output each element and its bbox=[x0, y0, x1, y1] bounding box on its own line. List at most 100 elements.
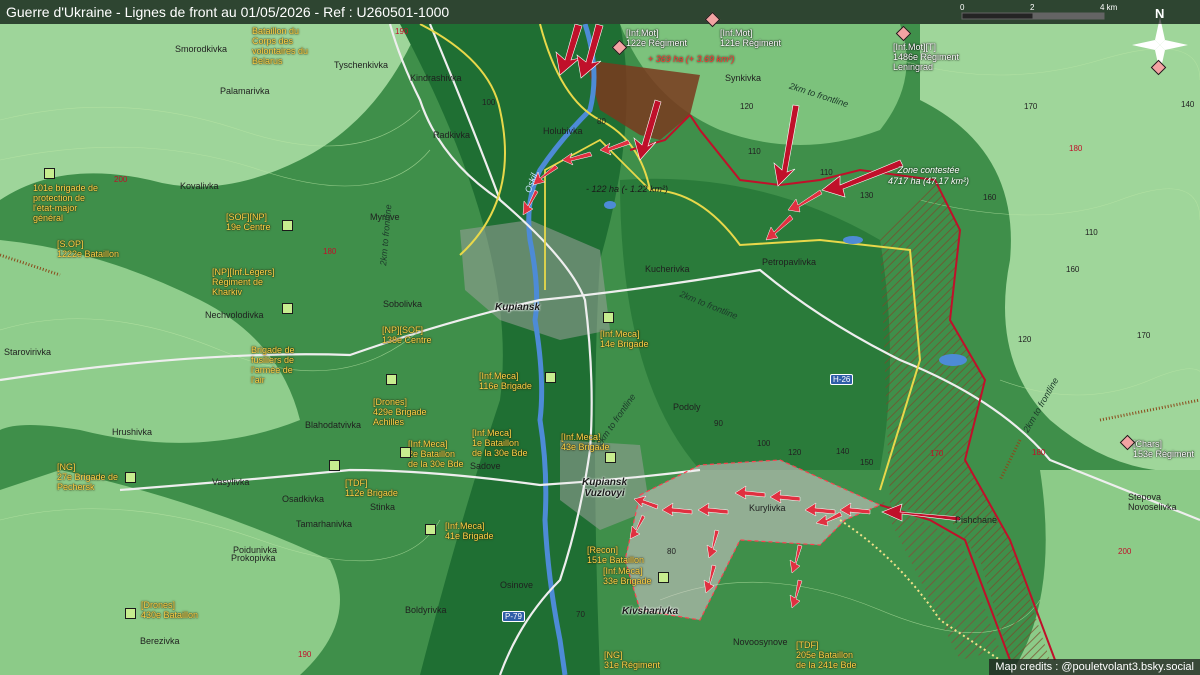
elevation-label: 160 bbox=[983, 193, 997, 202]
elevation-label: 200 bbox=[1118, 547, 1132, 556]
unit-ua-138-centre[interactable]: [NP][SOF] 138e Centre bbox=[382, 325, 432, 345]
village-label: Radkivka bbox=[433, 130, 471, 140]
unit-ua-430-battalion[interactable]: [Drones] 430e Bataillon bbox=[141, 600, 198, 620]
unit-ua-205-battalion[interactable]: [TDF] 205e Bataillon de la 241e Bde bbox=[796, 640, 857, 670]
road-shield: H-26 bbox=[830, 374, 854, 385]
village-label: Kindrashivka bbox=[410, 73, 462, 83]
ua-unit-marker-icon bbox=[282, 220, 293, 231]
unit-ua-2-battalion-30[interactable]: [Inf.Meca] 2e Bataillon de la 30e Bde bbox=[408, 439, 464, 469]
map-credits[interactable]: Map credits : @pouletvolant3.bsky.social bbox=[989, 659, 1200, 675]
unit-ua-31-regiment[interactable]: [NG] 31e Régiment bbox=[604, 650, 660, 670]
unit-ua-27-brigade-pechersk[interactable]: [NG] 27e Brigade de Pechersk bbox=[57, 462, 118, 492]
elevation-label: 120 bbox=[740, 102, 754, 111]
unit-ua-33-brigade[interactable]: [Inf.Meca] 33e Brigade bbox=[603, 566, 652, 586]
village-label: Petropavlivka bbox=[762, 257, 817, 267]
village-label: Kurylivka bbox=[749, 503, 786, 513]
elevation-label: 180 bbox=[1069, 144, 1083, 153]
elevation-label: 110 bbox=[748, 147, 761, 156]
unit-ua-19-centre[interactable]: [SOF][NP] 19e Centre bbox=[226, 212, 271, 232]
unit-ru-122-regiment[interactable]: [Inf.Mot] 122e Régiment bbox=[626, 28, 687, 48]
city-kupiansk-vuzlovyi[interactable]: Kupiansk Vuzlovyi bbox=[582, 477, 627, 499]
village-label: Sobolivka bbox=[383, 299, 423, 309]
village-label: Nechvolodivka bbox=[205, 310, 264, 320]
village-label: Stepova Novoselivka bbox=[1128, 492, 1177, 512]
elevation-label: 100 bbox=[482, 98, 496, 107]
ua-unit-marker-icon bbox=[605, 452, 616, 463]
ua-unit-marker-icon bbox=[386, 374, 397, 385]
unit-ru-153-regiment[interactable]: [Chars] 153e Régiment bbox=[1133, 439, 1194, 459]
village-label: Hrushivka bbox=[112, 427, 153, 437]
elevation-label: 90 bbox=[714, 419, 723, 428]
village-label: Boldyrivka bbox=[405, 605, 447, 615]
unit-ua-41-brigade[interactable]: [Inf.Meca] 41e Brigade bbox=[445, 521, 494, 541]
unit-ua-1-battalion-30[interactable]: [Inf.Meca] 1e Bataillon de la 30e Bde bbox=[472, 428, 528, 458]
elevation-label: 180 bbox=[323, 247, 337, 256]
village-label: Novoosynove bbox=[733, 637, 788, 647]
ua-unit-marker-icon bbox=[545, 372, 556, 383]
village-label: Holubivka bbox=[543, 126, 583, 136]
unit-ua-151-battalion[interactable]: [Recon] 151e Bataillon bbox=[587, 545, 644, 565]
ua-unit-marker-icon bbox=[425, 524, 436, 535]
unit-ua-air-force-rifles[interactable]: Brigade de fusiliers de l'armée de l'air bbox=[251, 345, 295, 385]
scale-label-0: 0 bbox=[960, 3, 965, 12]
village-label: Tyschenkivka bbox=[334, 60, 389, 70]
village-label: Kovalivka bbox=[180, 181, 219, 191]
village-label: Berezivka bbox=[140, 636, 180, 646]
unit-ua-429-brigade[interactable]: [Drones] 429e Brigade Achilles bbox=[373, 397, 427, 427]
village-label: Blahodatvivka bbox=[305, 420, 362, 430]
village-label: Prokopivka bbox=[231, 553, 276, 563]
ua-unit-marker-icon bbox=[44, 168, 55, 179]
unit-ua-14-brigade[interactable]: [Inf.Meca] 14e Brigade bbox=[600, 329, 649, 349]
unit-ru-121-regiment[interactable]: [Inf.Mot] 121e Régiment bbox=[720, 28, 781, 48]
unit-ua-112-brigade[interactable]: [TDF] 112e Brigade bbox=[345, 478, 398, 498]
elevation-label: 120 bbox=[1018, 335, 1032, 344]
village-label: Vasylivka bbox=[212, 477, 250, 487]
elevation-label: 140 bbox=[1181, 100, 1195, 109]
elevation-label: 100 bbox=[757, 439, 771, 448]
ua-unit-marker-icon bbox=[400, 447, 411, 458]
unit-ua-kharkiv-regiment[interactable]: [NP][Inf.Légers] Régiment de Kharkiv bbox=[212, 267, 275, 297]
city-kupiansk[interactable]: Kupiansk bbox=[495, 302, 540, 313]
city-kivsharivka[interactable]: Kivsharivka bbox=[622, 606, 678, 617]
village-label: Tamarhanivka bbox=[296, 519, 353, 529]
map-title: Guerre d'Ukraine - Lignes de front au 01… bbox=[6, 4, 450, 20]
map-canvas[interactable]: Guerre d'Ukraine - Lignes de front au 01… bbox=[0, 0, 1200, 675]
unit-ua-belarus-volunteers[interactable]: Bataillon du Corps des volontaires du Be… bbox=[252, 26, 308, 66]
ua-unit-marker-icon bbox=[329, 460, 340, 471]
elevation-label: 80 bbox=[597, 117, 606, 126]
elevation-label: 110 bbox=[1085, 228, 1098, 237]
ua-unit-marker-icon bbox=[282, 303, 293, 314]
village-label: Sadove bbox=[470, 461, 501, 471]
elevation-label: 70 bbox=[576, 610, 585, 619]
scale-label-4km: 4 km bbox=[1100, 3, 1118, 12]
village-label: Pishchane bbox=[955, 515, 998, 525]
elevation-label: 200 bbox=[114, 175, 128, 184]
village-label: Smorodkivka bbox=[175, 44, 228, 54]
elevation-label: 190 bbox=[298, 650, 312, 659]
loss-annotation: - 122 ha (- 1.22 km²) bbox=[586, 184, 669, 194]
road-shield: P-79 bbox=[502, 611, 525, 622]
elevation-label: 170 bbox=[930, 449, 944, 458]
village-label: Podoly bbox=[673, 402, 701, 412]
elevation-label: 120 bbox=[788, 448, 802, 457]
ua-unit-marker-icon bbox=[125, 472, 136, 483]
unit-ru-1486-regiment[interactable]: [Inf.Mot][T] 1486e Régiment Leningrad bbox=[893, 42, 959, 72]
village-label: Osinove bbox=[500, 580, 534, 590]
village-label: Palamarivka bbox=[220, 86, 270, 96]
unit-ua-1222-battalion[interactable]: [S.OP] 1222e Bataillon bbox=[57, 239, 119, 259]
elevation-label: 80 bbox=[667, 547, 676, 556]
contested-zone-label: Zone contestée 4717 ha (47.17 km²) bbox=[888, 165, 970, 186]
village-label: Starovirivka bbox=[4, 347, 52, 357]
scale-label-2: 2 bbox=[1030, 3, 1035, 12]
elevation-label: 180 bbox=[1032, 448, 1046, 457]
elevation-label: 130 bbox=[860, 191, 874, 200]
village-label: Kucherivka bbox=[645, 264, 690, 274]
village-label: Stinka bbox=[370, 502, 396, 512]
ua-unit-marker-icon bbox=[125, 608, 136, 619]
unit-ua-101-brigade[interactable]: 101e brigade de protection de l'état-maj… bbox=[33, 183, 98, 223]
village-label: Osadkivka bbox=[282, 494, 325, 504]
gain-annotation: + 369 ha (+ 3.69 km²) bbox=[648, 54, 735, 64]
elevation-label: 110 bbox=[820, 168, 833, 177]
unit-ua-116-brigade[interactable]: [Inf.Meca] 116e Brigade bbox=[479, 371, 532, 391]
elevation-label: 140 bbox=[836, 447, 850, 456]
